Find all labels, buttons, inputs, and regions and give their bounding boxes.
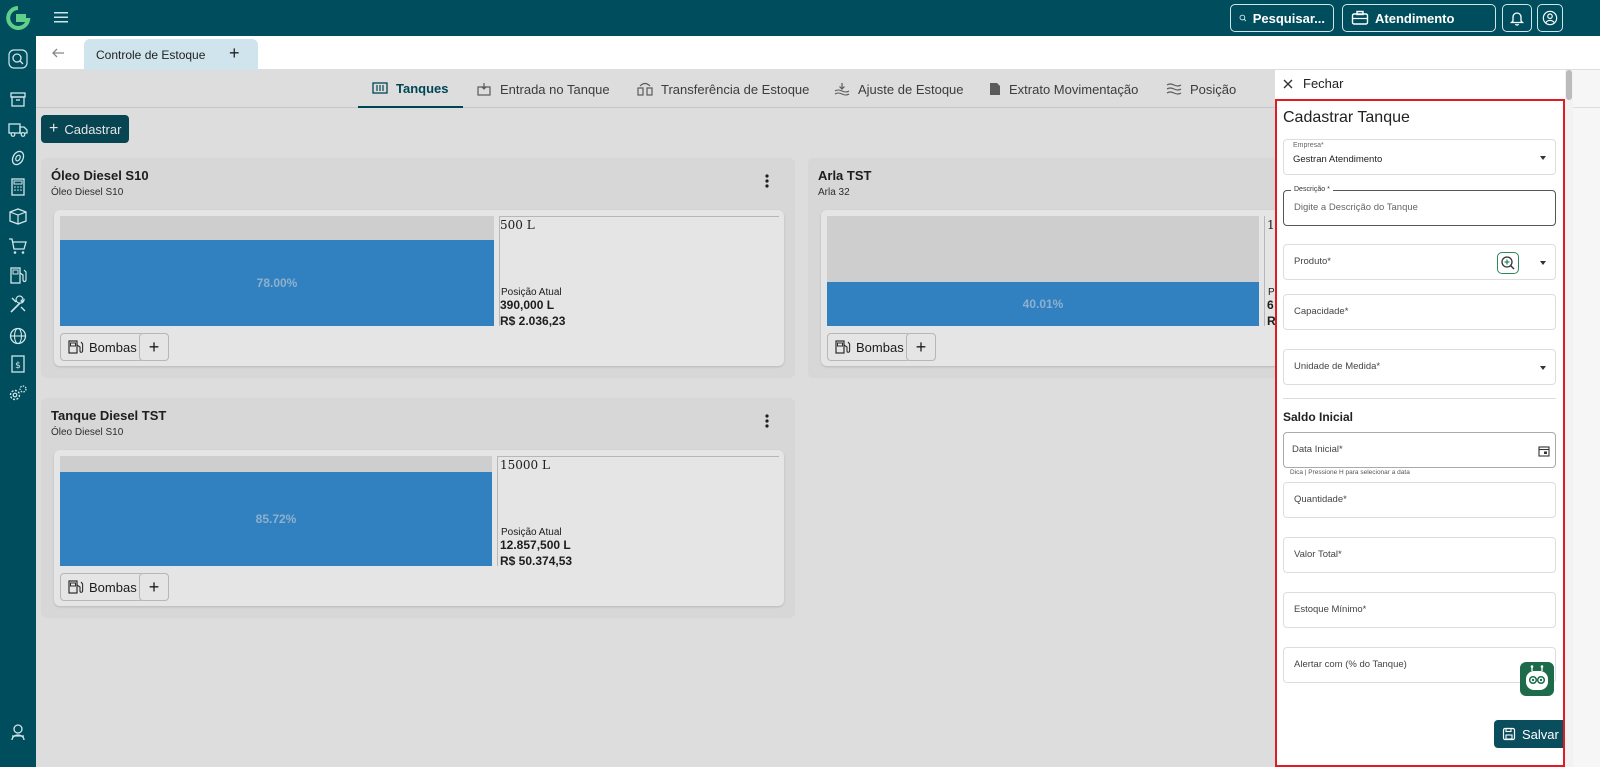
saldo-inicial-heading: Saldo Inicial — [1283, 410, 1354, 424]
menu-icon[interactable] — [53, 9, 69, 25]
atendimento-button[interactable]: Atendimento — [1342, 4, 1496, 32]
sidebar: $ — [0, 36, 36, 767]
chevron-down-icon — [1540, 366, 1546, 370]
support-icon[interactable] — [8, 722, 28, 742]
atendimento-label: Atendimento — [1375, 10, 1455, 26]
save-label: Salvar — [1522, 726, 1559, 742]
globe-icon[interactable] — [8, 326, 28, 346]
svg-text:$: $ — [15, 361, 21, 371]
valor-total-label: Valor Total* — [1294, 549, 1342, 560]
close-icon — [1283, 79, 1293, 88]
data-inicial-label: Data Inicial* — [1292, 444, 1343, 455]
date-hint: Dica | Pressione H para selecionar a dat… — [1290, 469, 1410, 476]
cart-icon[interactable] — [8, 236, 28, 256]
user-button[interactable] — [1537, 4, 1563, 32]
modal-backdrop[interactable] — [36, 70, 1275, 767]
top-bar: Pesquisar... Atendimento — [0, 0, 1600, 36]
search-label: Pesquisar... — [1252, 10, 1325, 26]
data-inicial-field[interactable]: Data Inicial* — [1283, 432, 1556, 468]
tire-icon[interactable] — [8, 148, 28, 168]
unidade-select[interactable]: Unidade de Medida* — [1283, 349, 1556, 385]
chatbot-button[interactable] — [1520, 662, 1554, 696]
estoque-minimo-field[interactable]: Estoque Mínimo* — [1283, 592, 1556, 628]
alertar-label: Alertar com (% do Tanque) — [1294, 659, 1407, 670]
empresa-select[interactable]: Empresa* Gestran Atendimento — [1283, 139, 1556, 175]
page-tabs-bar: Controle de Estoque + — [36, 36, 1600, 70]
empresa-label: Empresa* — [1293, 142, 1324, 149]
app-logo-icon[interactable] — [5, 6, 31, 30]
alertar-field[interactable]: Alertar com (% do Tanque) — [1283, 647, 1556, 683]
capacidade-label: Capacidade* — [1294, 306, 1349, 317]
unidade-label: Unidade de Medida* — [1294, 361, 1381, 372]
quantidade-field[interactable]: Quantidade* — [1283, 482, 1556, 518]
descricao-label: Descrição * — [1291, 186, 1333, 193]
tools-icon[interactable] — [8, 295, 28, 315]
product-search-button[interactable] — [1497, 252, 1519, 274]
panel-title: Cadastrar Tanque — [1283, 109, 1410, 126]
close-button[interactable]: Fechar — [1283, 76, 1343, 91]
search-add-icon — [1501, 256, 1515, 270]
capacidade-field[interactable]: Capacidade* — [1283, 294, 1556, 330]
truck-icon[interactable] — [8, 119, 28, 139]
save-button[interactable]: Salvar — [1494, 720, 1567, 748]
search-icon[interactable] — [8, 49, 28, 69]
scrollbar-thumb[interactable] — [1566, 70, 1572, 100]
cadastrar-tanque-panel: Fechar Cadastrar Tanque Empresa* Gestran… — [1275, 70, 1567, 767]
back-arrow-icon[interactable] — [50, 45, 66, 61]
quantidade-label: Quantidade* — [1294, 494, 1347, 505]
close-label: Fechar — [1303, 76, 1344, 91]
page-tab-label: Controle de Estoque — [96, 47, 206, 62]
section-divider — [1283, 398, 1556, 399]
produto-label: Produto* — [1294, 256, 1331, 267]
user-icon — [1542, 10, 1558, 26]
estoque-minimo-label: Estoque Mínimo* — [1294, 604, 1367, 615]
briefcase-icon — [1351, 10, 1369, 25]
valor-total-field[interactable]: Valor Total* — [1283, 537, 1556, 573]
save-icon — [1502, 727, 1516, 741]
search-button[interactable]: Pesquisar... — [1230, 4, 1334, 32]
calendar-icon[interactable] — [1538, 445, 1550, 457]
add-tab-button[interactable]: + — [229, 43, 240, 64]
settings-icon[interactable] — [8, 383, 28, 403]
calculator-icon[interactable] — [8, 177, 28, 197]
descricao-field[interactable]: Descrição * Digite a Descrição do Tanque — [1283, 186, 1556, 226]
fuel-pump-icon[interactable] — [8, 265, 28, 285]
search-icon — [1239, 14, 1247, 22]
descricao-placeholder: Digite a Descrição do Tanque — [1294, 202, 1418, 213]
box-icon[interactable] — [8, 206, 28, 226]
chevron-down-icon — [1540, 261, 1546, 265]
invoice-icon[interactable]: $ — [8, 354, 28, 374]
robot-icon — [1526, 665, 1548, 690]
notifications-button[interactable] — [1502, 4, 1532, 32]
bell-icon — [1509, 12, 1525, 26]
archive-icon[interactable] — [8, 89, 28, 109]
panel-scrollbar[interactable] — [1565, 70, 1573, 767]
produto-select[interactable]: Produto* — [1283, 244, 1556, 280]
empresa-value: Gestran Atendimento — [1293, 154, 1383, 165]
chevron-down-icon — [1540, 156, 1546, 160]
